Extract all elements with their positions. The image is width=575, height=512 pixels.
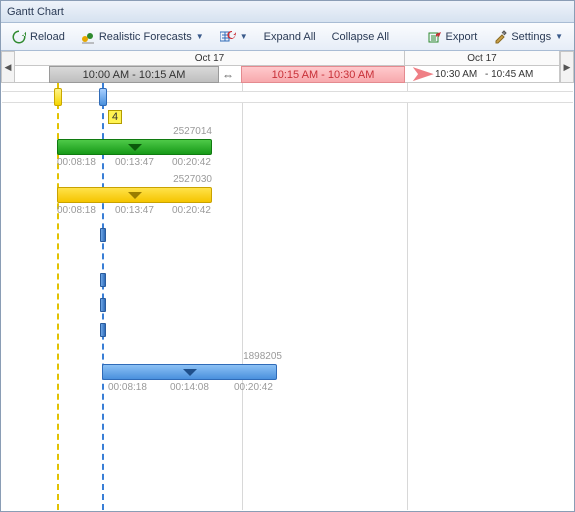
grid-line: [242, 83, 243, 510]
reload-label: Reload: [30, 31, 65, 43]
task-time-c: 00:20:42: [172, 205, 211, 216]
blue-tick[interactable]: [100, 228, 106, 242]
reload-button[interactable]: Reload: [5, 27, 72, 47]
task-bar-yellow[interactable]: [57, 187, 212, 203]
task-time-b: 00:14:08: [170, 382, 209, 393]
indicator-icon: [128, 144, 142, 151]
export-label: Export: [446, 31, 478, 43]
forecasts-label: Realistic Forecasts: [99, 31, 192, 43]
expand-all-button[interactable]: Expand All: [257, 28, 323, 46]
time-slot-next[interactable]: 10:15 AM - 10:30 AM: [241, 66, 405, 83]
time-label-b: - 10:45 AM: [485, 66, 533, 83]
export-button[interactable]: Export: [421, 27, 485, 47]
scroll-left-button[interactable]: ◀: [1, 51, 15, 83]
chevron-down-icon: ▼: [240, 32, 248, 41]
scroll-right-button[interactable]: ▶: [560, 51, 574, 83]
task-time-b: 00:13:47: [115, 205, 154, 216]
task-time-a: 00:08:18: [57, 157, 96, 168]
marker-yellow[interactable]: [54, 88, 62, 106]
task-bar-green[interactable]: [57, 139, 212, 155]
toolbar: Reload Realistic Forecasts ▼ ▼ Expand Al…: [1, 23, 574, 51]
export-icon: [428, 30, 442, 44]
settings-label: Settings: [511, 31, 551, 43]
window-title: Gantt Chart: [7, 6, 64, 18]
gantt-body[interactable]: 4 2527014 00:08:18 00:13:47 00:20:42 252…: [2, 83, 573, 510]
app-window: Gantt Chart Reload Realistic Forecasts ▼…: [0, 0, 575, 512]
count-badge[interactable]: 4: [108, 110, 122, 124]
forecasts-button[interactable]: Realistic Forecasts ▼: [74, 27, 211, 47]
collapse-all-button[interactable]: Collapse All: [325, 28, 396, 46]
aux-dropdown-button[interactable]: ▼: [213, 27, 255, 47]
date-label-left: Oct 17: [15, 51, 404, 66]
time-header: ◀ ▶ Oct 17 Oct 17 10:00 AM - 10:15 AM ⇔ …: [1, 51, 574, 83]
blue-tick[interactable]: [100, 298, 106, 312]
time-slot-current[interactable]: 10:00 AM - 10:15 AM: [49, 66, 219, 83]
reload-icon: [12, 30, 26, 44]
marker-blue[interactable]: [99, 88, 107, 106]
indicator-icon: [183, 369, 197, 376]
time-label-a: 10:30 AM: [435, 66, 477, 83]
task-time-c: 00:20:42: [234, 382, 273, 393]
task-bar-blue[interactable]: [102, 364, 277, 380]
blue-tick[interactable]: [100, 273, 106, 287]
time-slot-current-label: 10:00 AM - 10:15 AM: [83, 69, 186, 81]
task-time-a: 00:08:18: [57, 205, 96, 216]
grid-refresh-icon: [220, 30, 236, 44]
task-time-c: 00:20:42: [172, 157, 211, 168]
task-time-b: 00:13:47: [115, 157, 154, 168]
settings-icon: [493, 30, 507, 44]
indicator-icon: [128, 192, 142, 199]
collapse-all-label: Collapse All: [332, 31, 389, 43]
count-badge-value: 4: [112, 111, 118, 123]
grid-line: [407, 83, 408, 510]
task-time-a: 00:08:18: [108, 382, 147, 393]
time-slot-next-label: 10:15 AM - 10:30 AM: [272, 69, 375, 81]
gantt-chart: 4 2527014 00:08:18 00:13:47 00:20:42 252…: [2, 83, 573, 510]
chevron-down-icon: ▼: [555, 32, 563, 41]
settings-button[interactable]: Settings ▼: [486, 27, 570, 47]
task-id: 1898205: [222, 351, 282, 362]
chevron-down-icon: ▼: [196, 32, 204, 41]
titlebar: Gantt Chart: [1, 1, 574, 23]
forecasts-icon: [81, 30, 95, 44]
time-slot-resize-grip[interactable]: ⇔: [219, 67, 237, 82]
task-id: 2527014: [152, 126, 212, 137]
task-id: 2527030: [152, 174, 212, 185]
blue-tick[interactable]: [100, 323, 106, 337]
header-row: [2, 91, 573, 103]
expand-all-label: Expand All: [264, 31, 316, 43]
